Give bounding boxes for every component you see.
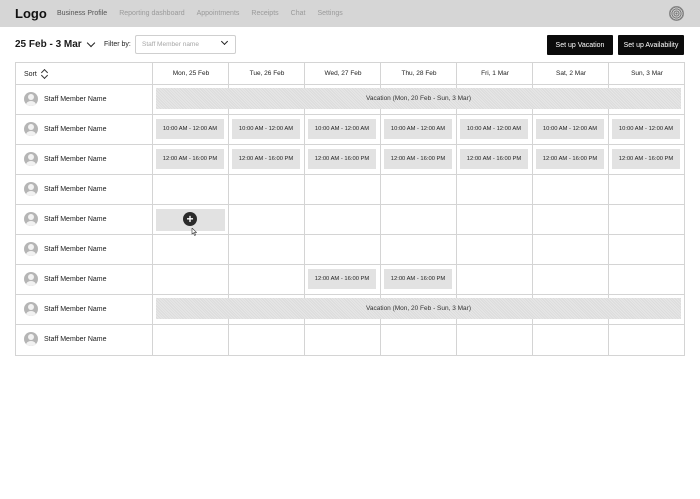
- add-icon[interactable]: +: [183, 212, 197, 226]
- grid-divider: [16, 234, 684, 235]
- shift-slot[interactable]: 10:00 AM - 12:00 AM: [308, 119, 376, 139]
- grid-divider: [16, 324, 684, 325]
- avatar: [24, 152, 38, 166]
- shift-slot[interactable]: 10:00 AM - 12:00 AM: [536, 119, 604, 139]
- user-avatar[interactable]: [669, 6, 684, 21]
- shift-slot[interactable]: 12:00 AM - 16:00 PM: [308, 149, 376, 169]
- day-header-wed: Wed, 27 Feb: [324, 70, 362, 77]
- chevron-down-icon: [220, 37, 229, 46]
- staff-row-header[interactable]: Staff Member Name: [24, 242, 107, 256]
- filter-label: Filter by:: [104, 41, 131, 48]
- staff-row-header[interactable]: Staff Member Name: [24, 302, 107, 316]
- shift-slot[interactable]: 12:00 AM - 16:00 PM: [460, 149, 528, 169]
- shift-slot[interactable]: 10:00 AM - 12:00 AM: [460, 119, 528, 139]
- staff-filter-placeholder: Staff Member name: [142, 41, 199, 48]
- staff-name: Staff Member Name: [44, 305, 107, 313]
- sort-icon: [41, 69, 49, 79]
- date-range-selector[interactable]: 25 Feb - 3 Mar: [15, 38, 95, 50]
- day-header-fri: Fri, 1 Mar: [481, 70, 509, 77]
- vacation-block[interactable]: Vacation (Mon, 20 Feb - Sun, 3 Mar): [156, 298, 681, 319]
- nav-item-settings[interactable]: Settings: [317, 10, 342, 17]
- shift-slot[interactable]: 10:00 AM - 12:00 AM: [156, 119, 224, 139]
- staff-filter-select[interactable]: Staff Member name: [135, 35, 236, 54]
- avatar: [24, 332, 38, 346]
- vacation-block[interactable]: Vacation (Mon, 20 Feb - Sun, 3 Mar): [156, 88, 681, 109]
- day-header-sun: Sun, 3 Mar: [631, 70, 663, 77]
- staff-name: Staff Member Name: [44, 155, 107, 163]
- staff-name: Staff Member Name: [44, 275, 107, 283]
- shift-slot[interactable]: 12:00 AM - 16:00 PM: [612, 149, 680, 169]
- nav-menu: Business Profile Reporting dashboard App…: [57, 10, 343, 17]
- set-up-availability-button[interactable]: Set up Availability: [618, 35, 684, 55]
- staff-row-header[interactable]: Staff Member Name: [24, 122, 107, 136]
- staff-name: Staff Member Name: [44, 245, 107, 253]
- staff-row-header[interactable]: Staff Member Name: [24, 152, 107, 166]
- shift-slot[interactable]: 12:00 AM - 16:00 PM: [232, 149, 300, 169]
- grid-divider: [16, 144, 684, 145]
- nav-item-reporting-dashboard[interactable]: Reporting dashboard: [119, 10, 184, 17]
- staff-name: Staff Member Name: [44, 125, 107, 133]
- logo[interactable]: Logo: [15, 6, 47, 21]
- sort-control[interactable]: Sort: [24, 69, 49, 79]
- shift-slot[interactable]: 12:00 AM - 16:00 PM: [384, 149, 452, 169]
- staff-row-header[interactable]: Staff Member Name: [24, 182, 107, 196]
- schedule-grid: Sort Mon, 25 Feb Tue, 26 Feb Wed, 27 Feb…: [15, 62, 685, 356]
- shift-slot[interactable]: 10:00 AM - 12:00 AM: [232, 119, 300, 139]
- grid-divider: [152, 63, 153, 355]
- chevron-down-icon: [86, 38, 95, 48]
- sort-label: Sort: [24, 70, 37, 78]
- grid-divider: [16, 114, 684, 115]
- staff-row-header[interactable]: Staff Member Name: [24, 272, 107, 286]
- staff-name: Staff Member Name: [44, 95, 107, 103]
- nav-item-appointments[interactable]: Appointments: [197, 10, 240, 17]
- avatar: [24, 302, 38, 316]
- top-nav-bar: Logo Business Profile Reporting dashboar…: [0, 0, 700, 27]
- staff-name: Staff Member Name: [44, 185, 107, 193]
- nav-item-receipts[interactable]: Receipts: [251, 10, 278, 17]
- avatar: [24, 212, 38, 226]
- day-header-sat: Sat, 2 Mar: [556, 70, 586, 77]
- day-header-thu: Thu, 28 Feb: [401, 70, 437, 77]
- nav-item-business-profile[interactable]: Business Profile: [57, 10, 107, 17]
- avatar: [24, 92, 38, 106]
- avatar: [24, 242, 38, 256]
- shift-slot[interactable]: 10:00 AM - 12:00 AM: [384, 119, 452, 139]
- staff-row-header[interactable]: Staff Member Name: [24, 332, 107, 346]
- shift-slot[interactable]: 12:00 AM - 16:00 PM: [384, 269, 452, 289]
- set-up-vacation-button[interactable]: Set up Vacation: [547, 35, 613, 55]
- grid-divider: [16, 174, 684, 175]
- day-header-tue: Tue, 26 Feb: [249, 70, 285, 77]
- avatar: [24, 122, 38, 136]
- staff-row-header[interactable]: Staff Member Name: [24, 92, 107, 106]
- shift-slot[interactable]: 12:00 AM - 16:00 PM: [536, 149, 604, 169]
- shift-slot[interactable]: 10:00 AM - 12:00 AM: [612, 119, 680, 139]
- day-header-mon: Mon, 25 Feb: [172, 70, 210, 77]
- grid-divider: [16, 204, 684, 205]
- avatar: [24, 182, 38, 196]
- grid-divider: [16, 294, 684, 295]
- shift-slot[interactable]: 12:00 AM - 16:00 PM: [308, 269, 376, 289]
- staff-name: Staff Member Name: [44, 335, 107, 343]
- grid-header-row: Sort Mon, 25 Feb Tue, 26 Feb Wed, 27 Feb…: [16, 63, 684, 85]
- avatar: [24, 272, 38, 286]
- nav-item-chat[interactable]: Chat: [291, 10, 306, 17]
- pointer-cursor-icon: [191, 228, 197, 236]
- shift-slot[interactable]: 12:00 AM - 16:00 PM: [156, 149, 224, 169]
- staff-name: Staff Member Name: [44, 215, 107, 223]
- staff-row-header[interactable]: Staff Member Name: [24, 212, 107, 226]
- date-range-label: 25 Feb - 3 Mar: [15, 39, 82, 50]
- grid-divider: [16, 264, 684, 265]
